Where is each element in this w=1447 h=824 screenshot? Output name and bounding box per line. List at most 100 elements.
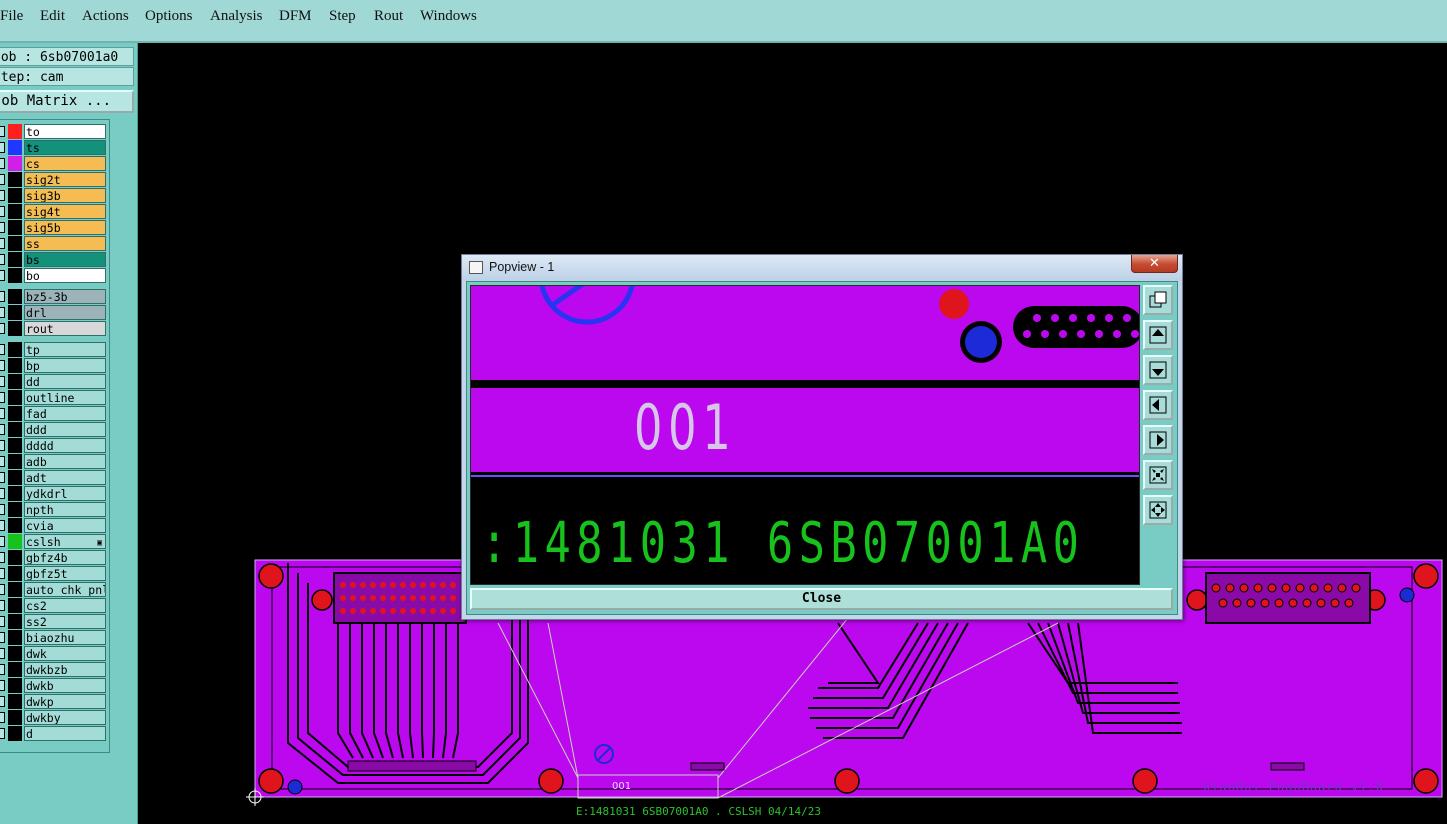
layer-checkbox[interactable] [0, 664, 5, 675]
layer-row-gbfz5t[interactable]: gbfz5t [0, 566, 108, 581]
layer-name[interactable]: adb [24, 454, 106, 469]
layer-checkbox[interactable] [0, 190, 5, 201]
layer-name[interactable]: cs [24, 156, 106, 171]
layer-row-dwkp[interactable]: dwkp [0, 694, 108, 709]
layer-name[interactable]: adt [24, 470, 106, 485]
layer-name[interactable]: auto_chk_pnl [24, 582, 106, 597]
layer-color-swatch[interactable] [8, 710, 22, 725]
layer-color-swatch[interactable] [8, 646, 22, 661]
layer-row-rout[interactable]: rout [0, 321, 108, 336]
layer-color-swatch[interactable] [8, 268, 22, 283]
layer-color-swatch[interactable] [8, 438, 22, 453]
layer-checkbox[interactable] [0, 206, 5, 217]
layer-color-swatch[interactable] [8, 582, 22, 597]
layer-checkbox[interactable] [0, 680, 5, 691]
layer-row-auto-chk-pnl[interactable]: auto_chk_pnl [0, 582, 108, 597]
layer-checkbox[interactable] [0, 728, 5, 739]
layer-color-swatch[interactable] [8, 236, 22, 251]
layer-checkbox[interactable] [0, 158, 5, 169]
layer-checkbox[interactable] [0, 254, 5, 265]
layer-row-dwk[interactable]: dwk [0, 646, 108, 661]
layer-row-sig2t[interactable]: sig2t [0, 172, 108, 187]
layer-row-dwkby[interactable]: dwkby [0, 710, 108, 725]
layer-row-sig5b[interactable]: sig5b [0, 220, 108, 235]
layer-name[interactable]: dwkbzb [24, 662, 106, 677]
layer-row-ts[interactable]: ts [0, 140, 108, 155]
layer-checkbox[interactable] [0, 584, 5, 595]
layer-color-swatch[interactable] [8, 454, 22, 469]
layer-name[interactable]: biaozhu [24, 630, 106, 645]
pan-up-button[interactable] [1143, 320, 1173, 350]
layer-name[interactable]: ss2 [24, 614, 106, 629]
layer-name[interactable]: bs [24, 252, 106, 267]
layer-name[interactable]: gbfz4b [24, 550, 106, 565]
layer-checkbox[interactable] [0, 472, 5, 483]
layer-row-sig3b[interactable]: sig3b [0, 188, 108, 203]
layer-row-tp[interactable]: tp [0, 342, 108, 357]
layer-row-ddd[interactable]: ddd [0, 422, 108, 437]
layer-row-adt[interactable]: adt [0, 470, 108, 485]
layer-color-swatch[interactable] [8, 220, 22, 235]
layer-name[interactable]: rout [24, 321, 106, 336]
layer-checkbox[interactable] [0, 238, 5, 249]
layer-row-dwkb[interactable]: dwkb [0, 678, 108, 693]
layer-checkbox[interactable] [0, 552, 5, 563]
layer-checkbox[interactable] [0, 504, 5, 515]
layer-row-ss[interactable]: ss [0, 236, 108, 251]
menu-dfm[interactable]: DFM [279, 8, 312, 25]
layer-name[interactable]: gbfz5t [24, 566, 106, 581]
zoom-window-button[interactable] [1143, 285, 1173, 315]
layer-row-biaozhu[interactable]: biaozhu [0, 630, 108, 645]
layer-color-swatch[interactable] [8, 156, 22, 171]
layer-color-swatch[interactable] [8, 342, 22, 357]
layer-name[interactable]: sig3b [24, 188, 106, 203]
layer-name[interactable]: dwk [24, 646, 106, 661]
layer-name[interactable]: d [24, 726, 106, 741]
layer-name[interactable]: cs2 [24, 598, 106, 613]
layer-color-swatch[interactable] [8, 140, 22, 155]
layer-color-swatch[interactable] [8, 252, 22, 267]
menu-windows[interactable]: Windows [420, 8, 477, 25]
layer-name[interactable]: bz5-3b [24, 289, 106, 304]
layer-color-swatch[interactable] [8, 518, 22, 533]
layer-name[interactable]: cslsh ▣ [24, 534, 106, 549]
layer-checkbox[interactable] [0, 142, 5, 153]
layer-checkbox[interactable] [0, 344, 5, 355]
layer-checkbox[interactable] [0, 424, 5, 435]
layer-color-swatch[interactable] [8, 662, 22, 677]
layer-checkbox[interactable] [0, 360, 5, 371]
menu-analysis[interactable]: Analysis [210, 8, 263, 25]
layer-checkbox[interactable] [0, 174, 5, 185]
popview-titlebar[interactable]: Popview - 1 ✕ [462, 255, 1182, 281]
pan-right-button[interactable] [1143, 425, 1173, 455]
layer-row-npth[interactable]: npth [0, 502, 108, 517]
menu-options[interactable]: Options [145, 8, 193, 25]
layer-row-ss2[interactable]: ss2 [0, 614, 108, 629]
layer-checkbox[interactable] [0, 600, 5, 611]
layer-checkbox[interactable] [0, 712, 5, 723]
layer-name[interactable]: dddd [24, 438, 106, 453]
layer-color-swatch[interactable] [8, 422, 22, 437]
layer-row-cvia[interactable]: cvia [0, 518, 108, 533]
layer-row-sig4t[interactable]: sig4t [0, 204, 108, 219]
layer-name[interactable]: drl [24, 305, 106, 320]
layer-row-fad[interactable]: fad [0, 406, 108, 421]
layer-color-swatch[interactable] [8, 630, 22, 645]
layer-name[interactable]: ddd [24, 422, 106, 437]
layer-name[interactable]: ts [24, 140, 106, 155]
layer-color-swatch[interactable] [8, 678, 22, 693]
job-matrix-button[interactable]: Job Matrix ... [0, 90, 134, 113]
layer-row-dd[interactable]: dd [0, 374, 108, 389]
layer-checkbox[interactable] [0, 632, 5, 643]
layer-name[interactable]: ydkdrl [24, 486, 106, 501]
pan-down-button[interactable] [1143, 355, 1173, 385]
layer-color-swatch[interactable] [8, 486, 22, 501]
layer-name[interactable]: sig2t [24, 172, 106, 187]
layer-checkbox[interactable] [0, 616, 5, 627]
layer-name[interactable]: sig5b [24, 220, 106, 235]
layer-checkbox[interactable] [0, 488, 5, 499]
layer-row-cs2[interactable]: cs2 [0, 598, 108, 613]
layer-row-ydkdrl[interactable]: ydkdrl [0, 486, 108, 501]
layer-checkbox[interactable] [0, 323, 5, 334]
layer-color-swatch[interactable] [8, 470, 22, 485]
